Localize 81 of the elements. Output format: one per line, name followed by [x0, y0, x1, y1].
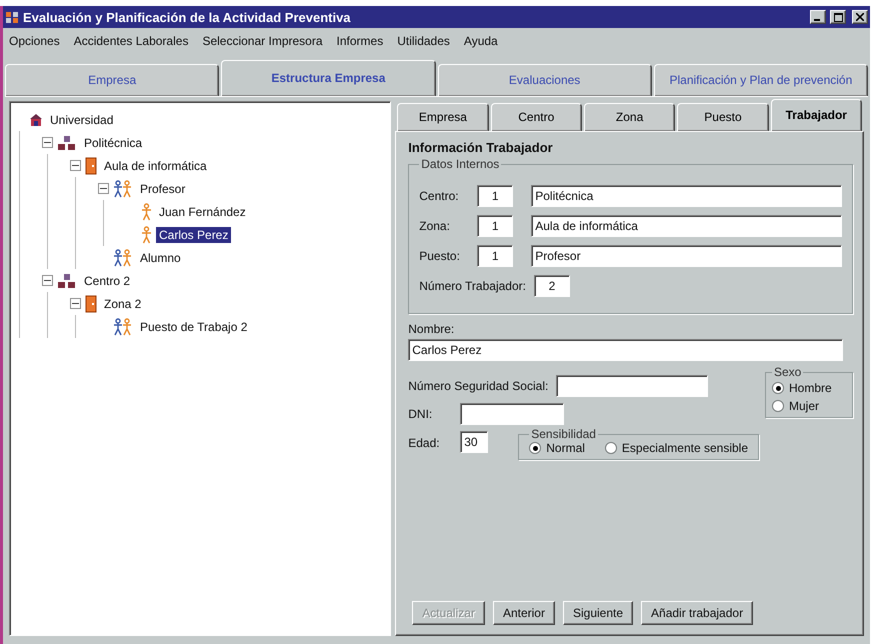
tree-item[interactable]: Alumno [137, 250, 184, 266]
app-icon [5, 10, 19, 24]
radio-button[interactable] [772, 382, 784, 394]
tab[interactable]: Evaluaciones [438, 64, 652, 96]
people-icon [113, 318, 133, 336]
field-label: Número Seguridad Social: [408, 379, 548, 393]
field-label: Número Trabajador: [419, 279, 526, 293]
maximize-button[interactable] [830, 10, 846, 24]
number-field[interactable]: 2 [534, 275, 570, 297]
name-field[interactable]: Aula de informática [531, 215, 842, 237]
radio-label[interactable]: Normal [546, 441, 585, 455]
close-button[interactable] [852, 10, 868, 24]
collapse-icon[interactable] [98, 183, 109, 194]
code-field[interactable]: 1 [477, 245, 514, 267]
tab[interactable]: Puesto [677, 103, 769, 131]
door-icon [85, 156, 97, 174]
radio-label[interactable]: Hombre [789, 381, 832, 395]
field-label: Puesto: [419, 249, 461, 263]
network-icon [57, 272, 77, 288]
section-title: Información Trabajador [408, 140, 554, 155]
dni-field[interactable] [460, 403, 564, 425]
people-icon [113, 248, 133, 266]
group-label: Sexo [773, 365, 802, 379]
tree-item[interactable]: Juan Fernández [156, 204, 249, 220]
person-icon [141, 226, 152, 244]
people-icon [113, 180, 133, 198]
form-button[interactable]: Siguiente [562, 601, 634, 625]
field-label: Zona: [419, 219, 451, 233]
menu-item[interactable]: Seleccionar Impresora [202, 34, 323, 48]
form-button[interactable]: Anterior [492, 601, 555, 625]
network-icon [57, 134, 77, 150]
tree-item[interactable]: Zona 2 [101, 296, 144, 312]
radio-button[interactable] [604, 442, 617, 454]
radio-label[interactable]: Mujer [789, 399, 820, 413]
house-icon [29, 112, 43, 126]
menu-item[interactable]: Informes [336, 34, 384, 48]
window-title: Evaluación y Planificación de la Actividad Preventiva [23, 10, 352, 24]
collapse-icon[interactable] [70, 298, 81, 309]
menu-item[interactable]: Ayuda [464, 34, 498, 48]
door-icon [85, 294, 97, 312]
name-field[interactable]: Profesor [531, 245, 842, 267]
tree-item[interactable]: Universidad [47, 112, 116, 128]
name-field[interactable]: Carlos Perez [408, 339, 843, 361]
tab[interactable]: Planificación y Plan de prevención [654, 64, 868, 96]
menu-item[interactable]: Opciones [9, 34, 60, 48]
group-label: Sensibilidad [530, 427, 597, 441]
tab[interactable]: Zona [584, 103, 676, 131]
tab[interactable]: Empresa [397, 103, 489, 131]
social-security-field[interactable] [556, 375, 708, 397]
maximize-icon [834, 12, 842, 22]
radio-label[interactable]: Especialmente sensible [622, 441, 748, 455]
collapse-icon[interactable] [42, 137, 53, 148]
field-label: Centro: [419, 189, 460, 203]
collapse-icon[interactable] [42, 275, 53, 286]
tree-item[interactable]: Profesor [137, 180, 188, 196]
radio-button[interactable] [529, 442, 542, 454]
code-field[interactable]: 1 [477, 185, 514, 207]
radio-button[interactable] [772, 400, 784, 412]
tree-item[interactable]: Politécnica [81, 134, 146, 150]
age-field[interactable]: 30 [460, 431, 488, 453]
tree-item[interactable]: Centro 2 [81, 272, 134, 288]
tab[interactable]: Empresa [5, 64, 220, 96]
tree-item[interactable]: Aula de informática [101, 158, 210, 174]
name-field[interactable]: Politécnica [531, 185, 842, 207]
tab[interactable]: Estructura Empresa [221, 60, 436, 96]
group-label: Datos Internos [420, 157, 500, 171]
field-label: Edad: [408, 436, 441, 450]
menu-item[interactable]: Accidentes Laborales [74, 34, 188, 48]
close-icon [856, 13, 864, 21]
tab[interactable]: Trabajador [770, 99, 862, 131]
tab[interactable]: Centro [490, 103, 582, 131]
collapse-icon[interactable] [70, 160, 81, 171]
field-label: DNI: [408, 407, 434, 421]
menu-item[interactable]: Utilidades [397, 34, 450, 48]
person-icon [141, 202, 152, 220]
form-button[interactable]: Añadir trabajador [641, 601, 754, 625]
minimize-button[interactable] [810, 10, 826, 24]
tree-item[interactable]: Carlos Perez [156, 226, 232, 242]
field-label: Nombre: [408, 322, 454, 336]
tree-item[interactable]: Puesto de Trabajo 2 [137, 318, 250, 334]
code-field[interactable]: 1 [477, 215, 514, 237]
